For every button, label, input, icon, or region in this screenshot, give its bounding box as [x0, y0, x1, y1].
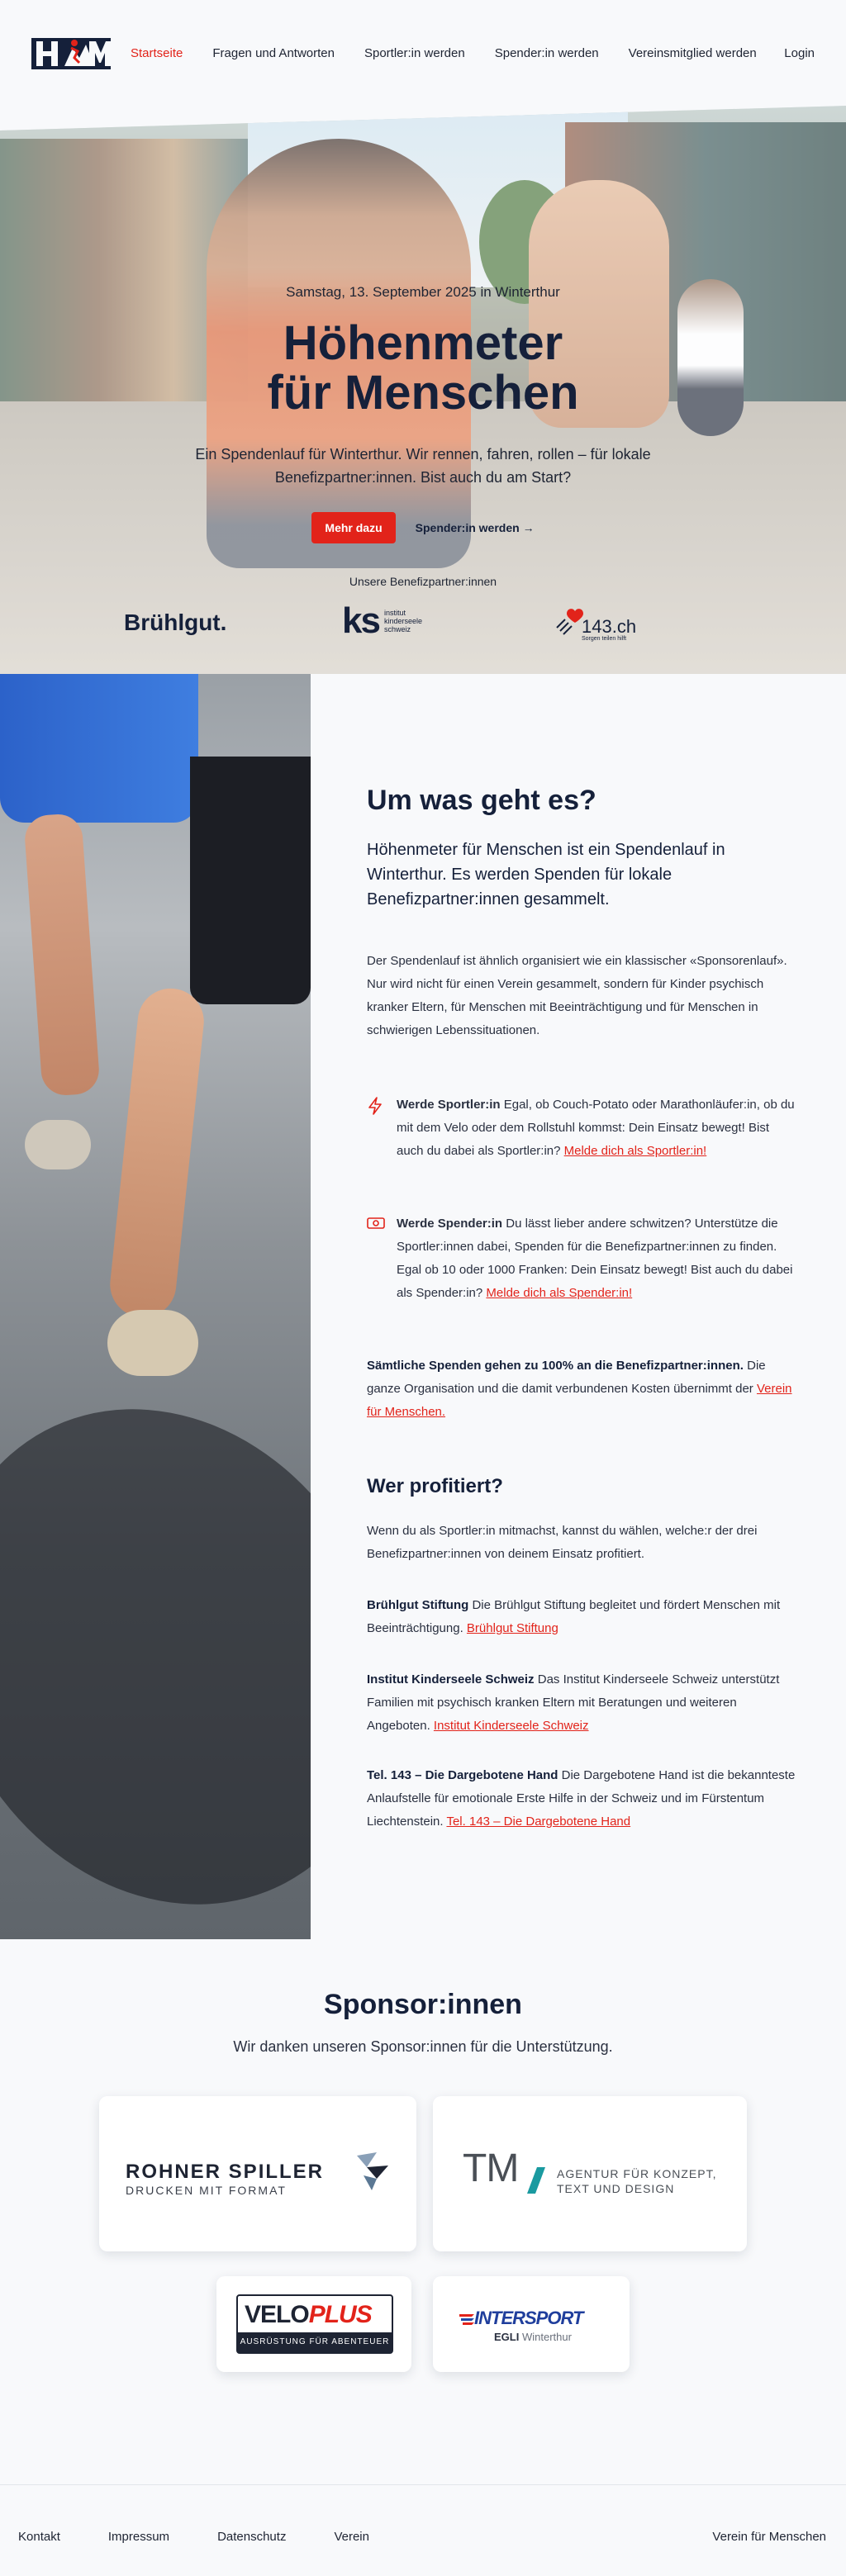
- register-donor-link[interactable]: Melde dich als Spender:in!: [486, 1286, 632, 1300]
- partner-bruhlgut-link[interactable]: Brühlgut Stiftung: [467, 1621, 558, 1635]
- hero-title-line2: für Menschen: [267, 366, 579, 420]
- hero-title: Höhenmeter für Menschen: [0, 319, 846, 418]
- sponsor-card-tm[interactable]: TM AGENTUR FÜR KONZEPT, TEXT UND DESIGN: [433, 2096, 747, 2251]
- feature-donor-title: Werde Spender:in: [397, 1217, 503, 1231]
- veloplus-plus: PLUS: [308, 2301, 373, 2328]
- about-section: Um was geht es? Höhenmeter für Menschen …: [0, 674, 846, 1939]
- feature-donor: Werde Spender:in Du lässt lieber andere …: [367, 1212, 796, 1305]
- about-intro: Der Spendenlauf ist ähnlich organisiert …: [367, 954, 787, 1037]
- kinderseele-mark: ks: [342, 600, 381, 641]
- hero-actions: Mehr dazu Spender:in werden →: [0, 512, 846, 543]
- partner-bruhlgut: Brühlgut Stiftung Die Brühlgut Stiftung …: [367, 1594, 796, 1640]
- banknote-icon: [367, 1212, 397, 1305]
- partner-kinderseele: Institut Kinderseele Schweiz Das Institu…: [367, 1668, 796, 1738]
- sponsor-card-veloplus[interactable]: VELOPLUS AUSRÜSTUNG FÜR ABENTEUER: [216, 2276, 411, 2372]
- footer-link-impressum[interactable]: Impressum: [108, 2530, 169, 2544]
- main-menu: Startseite Fragen und Antworten Sportler…: [131, 46, 758, 60]
- event-date: Samstag, 13. September 2025 in Winterthu…: [286, 284, 560, 300]
- footer-organization-link[interactable]: Verein für Menschen: [712, 2530, 826, 2544]
- partner-tel143: Tel. 143 – Die Dargebotene Hand Die Darg…: [367, 1764, 796, 1834]
- sponsors-subtitle: Wir danken unseren Sponsor:innen für die…: [233, 2038, 613, 2055]
- partner-tel143-link[interactable]: Tel. 143 – Die Dargebotene Hand: [446, 1815, 630, 1829]
- intersport-city: Winterthur: [521, 2331, 572, 2343]
- footer-link-kontakt[interactable]: Kontakt: [18, 2530, 60, 2544]
- feature-athlete: Werde Sportler:in Egal, ob Couch-Potato …: [367, 1093, 796, 1163]
- more-info-button[interactable]: Mehr dazu: [311, 512, 396, 543]
- rohner-spiller-tagline: DRUCKEN MIT FORMAT: [126, 2184, 287, 2197]
- donation-note-bold: Sämtliche Spenden gehen zu 100% an die B…: [367, 1359, 744, 1373]
- hero-subtitle: Ein Spendenlauf für Winterthur. Wir renn…: [195, 446, 651, 486]
- footer-links: Kontakt Impressum Datenschutz Verein: [18, 2530, 369, 2544]
- veloplus-tagline: AUSRÜSTUNG FÜR ABENTEUER: [238, 2332, 392, 2352]
- partners-label: Unsere Benefizpartner:innen: [349, 575, 497, 588]
- partner-kinderseele-link[interactable]: Institut Kinderseele Schweiz: [434, 1719, 589, 1733]
- register-athlete-link[interactable]: Melde dich als Sportler:in!: [564, 1144, 707, 1158]
- tm-accent-icon: [527, 2167, 545, 2194]
- about-lead: Höhenmeter für Menschen ist ein Spendenl…: [367, 841, 725, 908]
- running-legs-photo: [0, 674, 311, 1939]
- site-logo[interactable]: [31, 34, 111, 72]
- nav-item-sportler[interactable]: Sportler:in werden: [364, 46, 465, 60]
- partner-logos: Brühlgut. ks institut kinderseele schwei…: [0, 598, 846, 656]
- intersport-stripes-icon: [459, 2314, 474, 2325]
- become-donor-link[interactable]: Spender:in werden →: [416, 521, 535, 534]
- donation-note: Sämtliche Spenden gehen zu 100% an die B…: [367, 1354, 796, 1424]
- bruhlgut-logo[interactable]: Brühlgut.: [124, 610, 226, 636]
- nav-item-startseite[interactable]: Startseite: [131, 46, 183, 60]
- tm-mark: TM: [463, 2147, 519, 2190]
- partner-tel143-name: Tel. 143 – Die Dargebotene Hand: [367, 1768, 558, 1782]
- nav-item-spender[interactable]: Spender:in werden: [495, 46, 599, 60]
- tel143-tagline: Sorgen teilen hilft: [582, 636, 627, 642]
- intersport-name: INTERSPORT: [474, 2308, 583, 2328]
- lightning-icon: [367, 1093, 397, 1163]
- partner-kinderseele-name: Institut Kinderseele Schweiz: [367, 1672, 535, 1686]
- footer-link-datenschutz[interactable]: Datenschutz: [217, 2530, 286, 2544]
- tm-tagline-2: TEXT UND DESIGN: [557, 2182, 675, 2195]
- tel143-logo[interactable]: 143.ch Sorgen teilen hilft: [554, 601, 636, 644]
- kinderseele-text: institut kinderseele schweiz: [383, 609, 422, 633]
- nav-item-vereinsmitglied[interactable]: Vereinsmitglied werden: [629, 46, 757, 60]
- sponsors-title: Sponsor:innen: [324, 1989, 522, 2020]
- partner-bruhlgut-name: Brühlgut Stiftung: [367, 1598, 469, 1612]
- sponsor-card-rohner-spiller[interactable]: ROHNER SPILLER DRUCKEN MIT FORMAT: [99, 2096, 416, 2251]
- rohner-spiller-name: ROHNER SPILLER: [126, 2161, 325, 2183]
- sponsor-card-intersport[interactable]: INTERSPORT EGLI Winterthur: [433, 2276, 630, 2372]
- rohner-spiller-mark-icon: [357, 2152, 388, 2190]
- hero-title-line1: Höhenmeter: [283, 316, 563, 370]
- tel143-number: 143.ch: [582, 616, 637, 637]
- login-link[interactable]: Login: [784, 46, 815, 60]
- sponsors-section: Sponsor:innen Wir danken unseren Sponsor…: [0, 1939, 846, 2484]
- profit-intro: Wenn du als Sportler:in mitmachst, kanns…: [367, 1524, 758, 1561]
- veloplus-velo: VELO: [245, 2301, 310, 2328]
- veloplus-logo: VELOPLUS AUSRÜSTUNG FÜR ABENTEUER: [236, 2294, 393, 2354]
- intersport-egli: EGLI: [494, 2331, 520, 2343]
- hero-section: Samstag, 13. September 2025 in Winterthu…: [0, 106, 846, 674]
- footer-link-verein[interactable]: Verein: [334, 2530, 369, 2544]
- tm-tagline-1: AGENTUR FÜR KONZEPT,: [557, 2167, 717, 2180]
- kinderseele-logo[interactable]: ks institut kinderseele schweiz: [342, 601, 434, 641]
- top-navigation: Startseite Fragen und Antworten Sportler…: [0, 0, 846, 106]
- profit-title: Wer profitiert?: [367, 1475, 503, 1497]
- feature-athlete-title: Werde Sportler:in: [397, 1098, 501, 1112]
- site-footer: Kontakt Impressum Datenschutz Verein Ver…: [0, 2484, 846, 2576]
- about-title: Um was geht es?: [367, 785, 596, 816]
- nav-item-faq[interactable]: Fragen und Antworten: [212, 46, 335, 60]
